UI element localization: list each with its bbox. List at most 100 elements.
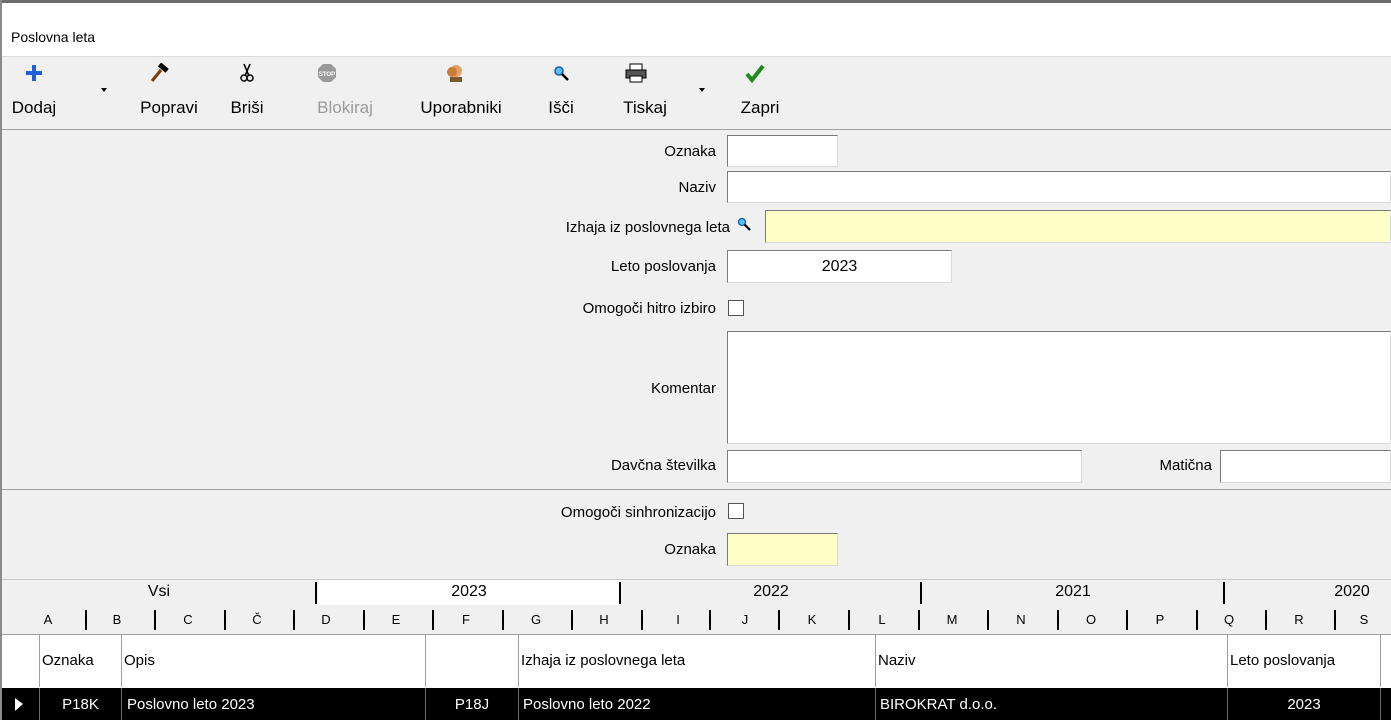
tab-letter-f[interactable]: F bbox=[456, 605, 476, 634]
edit-button[interactable]: Popravi bbox=[126, 58, 212, 128]
tab-letter-e[interactable]: E bbox=[386, 605, 406, 634]
users-icon bbox=[391, 62, 519, 84]
grid-header-leto[interactable]: Leto poslovanja bbox=[1228, 635, 1381, 687]
print-button-label: Tiskaj bbox=[623, 98, 667, 117]
hammer-icon bbox=[106, 62, 212, 84]
cell-source-code[interactable]: P18J bbox=[426, 688, 519, 720]
tab-divider bbox=[1334, 610, 1336, 630]
tab-letter-j[interactable]: J bbox=[735, 605, 755, 634]
grid-header-source-year[interactable]: Izhaja iz poslovnega leta bbox=[519, 635, 876, 687]
tab-year-2022[interactable]: 2022 bbox=[622, 580, 920, 605]
quick-select-label: Omogoči hitro izbiro bbox=[582, 300, 716, 317]
source-year-search-icon[interactable] bbox=[736, 216, 752, 236]
letter-tabs: A B C Č D E F G H I J K L M N O P Q R S bbox=[2, 605, 1391, 634]
tab-divider bbox=[778, 610, 780, 630]
tab-letter-h[interactable]: H bbox=[594, 605, 614, 634]
data-grid: Oznaka Opis Izhaja iz poslovnega leta Na… bbox=[2, 634, 1391, 720]
stop-sign-icon: STOP bbox=[262, 62, 392, 84]
delete-button-label: Briši bbox=[230, 98, 264, 117]
tab-divider bbox=[920, 582, 922, 604]
print-button[interactable]: Tiskaj bbox=[606, 58, 706, 128]
tab-letter-c[interactable]: C bbox=[178, 605, 198, 634]
tab-divider bbox=[1126, 610, 1128, 630]
sync-code-label: Oznaka bbox=[664, 541, 716, 558]
tab-divider bbox=[709, 610, 711, 630]
add-button-label: Dodaj bbox=[11, 98, 57, 117]
tab-letter-s[interactable]: S bbox=[1354, 605, 1374, 634]
tab-divider bbox=[293, 610, 295, 630]
tab-letter-g[interactable]: G bbox=[526, 605, 546, 634]
tab-year-2020[interactable]: 2020 bbox=[1226, 580, 1391, 605]
name-label: Naziv bbox=[678, 179, 716, 196]
tab-divider bbox=[1057, 610, 1059, 630]
tab-letter-m[interactable]: M bbox=[942, 605, 962, 634]
grid-header-naziv[interactable]: Naziv bbox=[876, 635, 1228, 687]
sync-code-input[interactable] bbox=[727, 533, 838, 566]
tab-divider bbox=[432, 610, 434, 630]
tab-letter-d[interactable]: D bbox=[316, 605, 336, 634]
source-year-label: Izhaja iz poslovnega leta bbox=[565, 219, 730, 236]
tab-letter-l[interactable]: L bbox=[872, 605, 892, 634]
business-year-input[interactable] bbox=[727, 250, 952, 283]
code-input[interactable] bbox=[727, 135, 838, 167]
tab-letter-q[interactable]: Q bbox=[1219, 605, 1239, 634]
comment-label: Komentar bbox=[650, 380, 716, 397]
print-dropdown-arrow[interactable] bbox=[699, 88, 705, 92]
row-indicator bbox=[2, 688, 40, 720]
add-button[interactable]: Dodaj bbox=[0, 58, 107, 128]
tab-letter-a[interactable]: A bbox=[38, 605, 58, 634]
tab-letter-r[interactable]: R bbox=[1289, 605, 1309, 634]
cell-naziv[interactable]: BIROKRAT d.o.o. bbox=[876, 688, 1228, 720]
tab-letter-n[interactable]: N bbox=[1011, 605, 1031, 634]
tab-divider bbox=[1265, 610, 1267, 630]
cell-opis[interactable]: Poslovno leto 2023 bbox=[122, 688, 426, 720]
close-button-label: Zapri bbox=[740, 98, 780, 117]
tab-year-2023[interactable]: 2023 bbox=[318, 580, 620, 605]
title-bar: Poslovna leta bbox=[2, 3, 1391, 57]
cell-oznaka[interactable]: P18K bbox=[40, 688, 122, 720]
users-button[interactable]: Uporabniki bbox=[403, 58, 519, 128]
tab-divider bbox=[224, 610, 226, 630]
row-pointer-icon bbox=[15, 698, 23, 711]
tab-divider bbox=[848, 610, 850, 630]
tab-year-2021[interactable]: 2021 bbox=[923, 580, 1223, 605]
checkmark-icon bbox=[718, 62, 792, 84]
grid-header-source-code[interactable] bbox=[426, 635, 519, 687]
plus-icon bbox=[0, 62, 106, 84]
table-row[interactable]: P18K Poslovno leto 2023 P18J Poslovno le… bbox=[2, 688, 1391, 720]
business-year-label: Leto poslovanja bbox=[610, 258, 716, 275]
registration-input[interactable] bbox=[1220, 450, 1391, 483]
toolbar: Dodaj Popravi Briši STOP Blokiraj Uporab… bbox=[2, 58, 1391, 130]
tab-year-all[interactable]: Vsi bbox=[2, 580, 316, 605]
tab-letter-b[interactable]: B bbox=[107, 605, 127, 634]
tax-number-input[interactable] bbox=[727, 450, 1082, 483]
tab-divider bbox=[918, 610, 920, 630]
grid-header-opis[interactable]: Opis bbox=[122, 635, 426, 687]
window-title: Poslovna leta bbox=[11, 29, 96, 45]
tab-divider bbox=[1196, 610, 1198, 630]
tab-letter-o[interactable]: O bbox=[1081, 605, 1101, 634]
tab-divider bbox=[619, 582, 621, 604]
registration-label: Matična bbox=[1159, 457, 1212, 474]
add-dropdown-arrow[interactable] bbox=[101, 88, 107, 92]
sync-label: Omogoči sinhronizacijo bbox=[560, 504, 716, 521]
source-year-input[interactable] bbox=[765, 210, 1391, 243]
sync-checkbox[interactable] bbox=[728, 503, 744, 519]
tab-letter-k[interactable]: K bbox=[802, 605, 822, 634]
tab-letter-i[interactable]: I bbox=[668, 605, 688, 634]
cell-source-year[interactable]: Poslovno leto 2022 bbox=[519, 688, 876, 720]
tab-letter-p[interactable]: P bbox=[1150, 605, 1170, 634]
tab-divider bbox=[85, 610, 87, 630]
block-button-label: Blokiraj bbox=[317, 98, 373, 117]
quick-select-checkbox[interactable] bbox=[728, 300, 744, 316]
comment-textarea[interactable] bbox=[727, 331, 1391, 444]
grid-indicator-header bbox=[2, 635, 40, 687]
name-input[interactable] bbox=[727, 171, 1391, 203]
cell-leto[interactable]: 2023 bbox=[1228, 688, 1381, 720]
tab-divider bbox=[502, 610, 504, 630]
close-button[interactable]: Zapri bbox=[728, 58, 792, 128]
tab-letter-c-caron[interactable]: Č bbox=[247, 605, 267, 634]
grid-header-oznaka[interactable]: Oznaka bbox=[40, 635, 122, 687]
tab-divider bbox=[641, 610, 643, 630]
block-button[interactable]: STOP Blokiraj bbox=[298, 58, 392, 128]
